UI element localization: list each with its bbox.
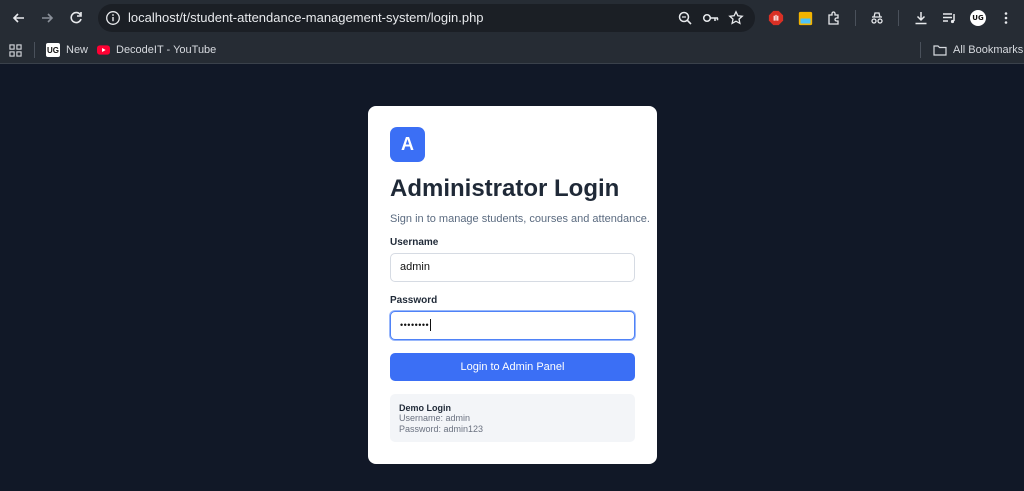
bookmark-decodeit-youtube[interactable]: DecodeIT - YouTube [96, 40, 216, 60]
bookmark-star-icon[interactable] [728, 10, 744, 26]
login-card: A Administrator Login Sign in to manage … [368, 106, 657, 464]
forward-arrow-icon [42, 13, 54, 23]
adblock-extension-icon[interactable] [767, 9, 785, 27]
browser-toolbar: localhost/t/student-attendance-managemen… [0, 0, 1024, 36]
password-key-icon[interactable] [702, 10, 720, 26]
page-title: Administrator Login [390, 175, 620, 202]
ug-logo-icon: UG [46, 43, 60, 57]
demo-login-box: Demo Login Username: admin Password: adm… [390, 394, 635, 442]
password-input[interactable]: •••••••• [390, 311, 635, 340]
page-subtitle: Sign in to manage students, courses and … [390, 213, 650, 225]
bookmark-label: New [66, 44, 89, 56]
text-cursor [430, 319, 432, 332]
site-info-icon[interactable] [105, 10, 121, 26]
demo-title: Demo Login [399, 403, 451, 413]
all-bookmarks-button[interactable]: All Bookmarks [933, 40, 1023, 60]
username-value: admin [400, 261, 430, 273]
bookmarks-bar: UG New DecodeIT - YouTube All Bookmarks [0, 36, 1024, 64]
username-input[interactable]: admin [390, 253, 635, 282]
toolbar-separator [855, 10, 856, 26]
address-url[interactable]: localhost/t/student-attendance-managemen… [128, 4, 484, 32]
bookmark-label: DecodeIT - YouTube [116, 44, 217, 56]
login-button[interactable]: Login to Admin Panel [390, 353, 635, 381]
bookmark-new[interactable]: UG New [46, 40, 88, 60]
app-logo: A [390, 127, 425, 162]
forward-button[interactable] [35, 6, 59, 30]
apps-grid-button[interactable] [9, 40, 22, 60]
profile-avatar[interactable]: UG [970, 10, 986, 26]
apps-grid-icon [9, 43, 22, 57]
back-arrow-icon [12, 13, 24, 23]
demo-username: Username: admin [399, 413, 471, 423]
address-bar[interactable]: localhost/t/student-attendance-managemen… [98, 4, 755, 32]
download-icon[interactable] [912, 9, 930, 27]
back-button[interactable] [7, 6, 31, 30]
reload-icon [70, 11, 82, 24]
incognito-spy-icon[interactable] [868, 9, 886, 27]
toolbar-separator [898, 10, 899, 26]
reload-button[interactable] [64, 6, 88, 30]
bookmark-separator [920, 42, 921, 58]
username-label: Username [390, 237, 439, 248]
extensions-puzzle-icon[interactable] [825, 9, 843, 27]
bookmark-separator [34, 42, 35, 58]
media-playlist-icon[interactable] [940, 9, 958, 27]
more-menu-icon[interactable] [997, 9, 1015, 27]
all-bookmarks-label: All Bookmarks [953, 44, 1024, 56]
colorful-extension-icon[interactable] [796, 9, 814, 27]
folder-icon [933, 43, 947, 57]
password-label: Password [390, 295, 438, 306]
zoom-icon[interactable] [677, 10, 693, 26]
youtube-icon [96, 43, 110, 57]
password-value: •••••••• [400, 320, 430, 330]
demo-password: Password: admin123 [399, 424, 484, 434]
